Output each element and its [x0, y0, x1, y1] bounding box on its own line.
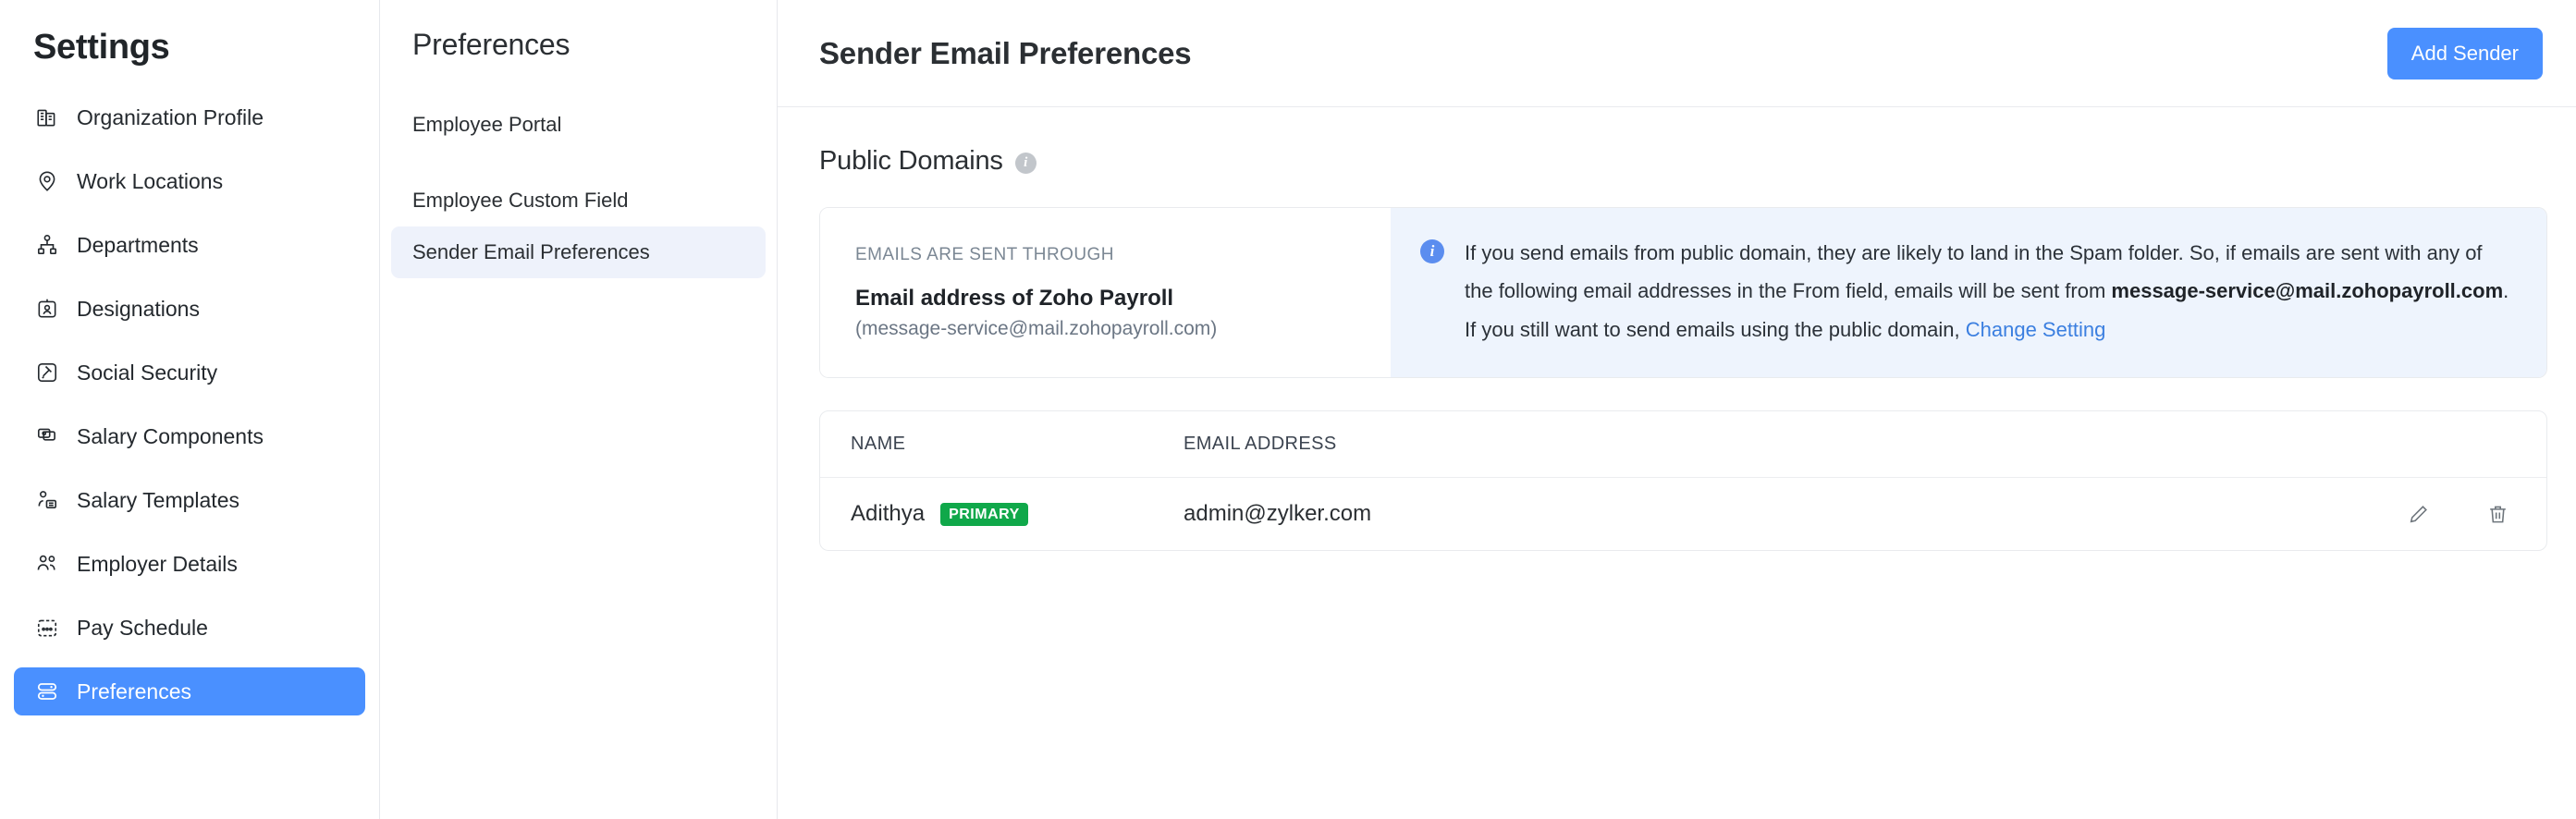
preferences-item-sender-email-preferences[interactable]: Sender Email Preferences	[391, 226, 766, 278]
sidebar-item-label: Social Security	[77, 360, 218, 385]
table-column-email-address: EMAIL ADDRESS	[1184, 434, 1337, 454]
page-title: Sender Email Preferences	[819, 35, 1192, 70]
sidebar-item-employer-details[interactable]: Employer Details	[14, 540, 365, 588]
info-icon: i	[1420, 239, 1444, 263]
sidebar-item-departments[interactable]: Departments	[14, 221, 365, 269]
sidebar-item-designations[interactable]: Designations	[14, 285, 365, 333]
table-cell-email: admin@zylker.com	[1184, 501, 1372, 526]
sidebar-item-label: Salary Components	[77, 423, 264, 448]
sender-name: Adithya	[851, 501, 926, 526]
sidebar-item-label: Organization Profile	[77, 104, 264, 129]
trash-icon[interactable]	[2484, 500, 2511, 528]
sidebar-item-label: Salary Templates	[77, 487, 239, 512]
sidebar-item-label: Employer Details	[77, 551, 238, 576]
sidebar-item-preferences[interactable]: Preferences	[14, 667, 365, 715]
pencil-icon[interactable]	[2404, 500, 2432, 528]
sidebar-item-label: Work Locations	[77, 168, 224, 193]
preferences-panel: Preferences Employee Portal Employee Cus…	[380, 0, 778, 819]
public-domain-info-banner: i If you send emails from public domain,…	[1391, 208, 2546, 377]
sidebar-item-label: Preferences	[77, 678, 192, 703]
emails-sent-through-label: EMAILS ARE SENT THROUGH	[855, 245, 1114, 264]
gavel-icon	[33, 359, 61, 386]
org-chart-icon	[33, 231, 61, 259]
sidebar-item-label: Pay Schedule	[77, 615, 208, 640]
sidebar-item-organization-profile[interactable]: Organization Profile	[14, 93, 365, 141]
sidebar-item-pay-schedule[interactable]: Pay Schedule	[14, 604, 365, 652]
money-cards-icon	[33, 422, 61, 450]
main-header: Sender Email Preferences Add Sender	[778, 0, 2576, 107]
app-root: Settings Organization Profile Work Locat…	[0, 0, 2576, 819]
table-cell-name: Adithya PRIMARY	[851, 501, 1184, 527]
sidebar-item-label: Designations	[77, 296, 200, 321]
senders-table: NAME EMAIL ADDRESS Adithya PRIMARY admin…	[819, 410, 2547, 551]
main-body: Public Domains i EMAILS ARE SENT THROUGH…	[778, 107, 2576, 551]
main-content: Sender Email Preferences Add Sender Publ…	[778, 0, 2576, 819]
emails-sent-through-address: (message-service@mail.zohopayroll.com)	[855, 318, 1218, 339]
settings-sidebar: Settings Organization Profile Work Locat…	[0, 0, 380, 819]
preferences-item-employee-custom-field[interactable]: Employee Custom Field	[391, 175, 766, 226]
emails-sent-through-panel: EMAILS ARE SENT THROUGH Email address of…	[820, 208, 1391, 377]
preferences-item-employee-portal[interactable]: Employee Portal	[391, 99, 766, 151]
sidebar-item-label: Departments	[77, 232, 199, 257]
info-icon[interactable]: i	[1014, 152, 1037, 174]
sidebar-item-social-security[interactable]: Social Security	[14, 348, 365, 397]
location-pin-icon	[33, 167, 61, 195]
person-document-icon	[33, 486, 61, 514]
banner-text-email: message-service@mail.zohopayroll.com	[2111, 279, 2504, 303]
public-domains-section-header: Public Domains i	[819, 146, 2547, 177]
id-badge-icon	[33, 295, 61, 323]
table-header-row: NAME EMAIL ADDRESS	[820, 411, 2546, 478]
building-icon	[33, 104, 61, 131]
add-sender-button[interactable]: Add Sender	[2386, 27, 2543, 79]
section-title: Public Domains	[819, 146, 1003, 176]
sliders-icon	[33, 678, 61, 705]
status-badge: PRIMARY	[940, 502, 1028, 526]
public-domain-info-text: If you send emails from public domain, t…	[1465, 234, 2514, 348]
table-column-name: NAME	[851, 434, 906, 454]
sidebar-item-salary-components[interactable]: Salary Components	[14, 412, 365, 460]
sidebar-item-work-locations[interactable]: Work Locations	[14, 157, 365, 205]
people-icon	[33, 550, 61, 578]
preferences-panel-title: Preferences	[412, 28, 570, 61]
table-cell-actions	[2317, 500, 2511, 528]
sidebar-item-salary-templates[interactable]: Salary Templates	[14, 476, 365, 524]
sidebar-title: Settings	[33, 28, 170, 67]
emails-sent-through-value: Email address of Zoho Payroll	[855, 286, 1174, 311]
public-domains-banner: EMAILS ARE SENT THROUGH Email address of…	[819, 207, 2547, 378]
table-row[interactable]: Adithya PRIMARY admin@zylker.com	[820, 478, 2546, 550]
sidebar-nav: Organization Profile Work Locations Depa…	[0, 93, 379, 715]
change-setting-link[interactable]: Change Setting	[1966, 318, 2106, 341]
calendar-icon	[33, 614, 61, 642]
preferences-list: Employee Portal Employee Custom Field Se…	[380, 99, 777, 278]
